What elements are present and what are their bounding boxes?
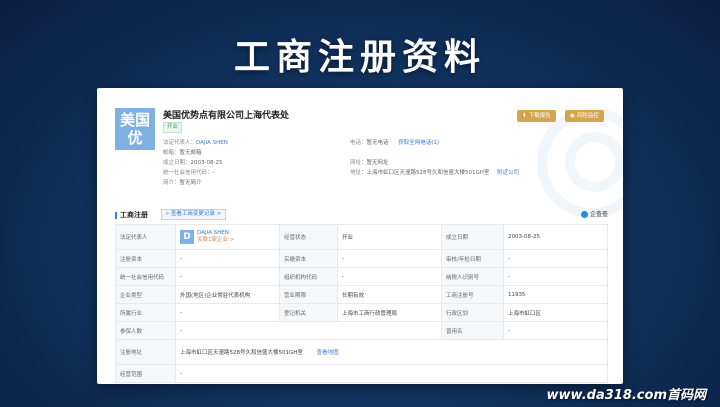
website-info: 网址：暂无网址 (350, 160, 389, 166)
table-row: 所属行业 - 登记机关 上海市工商行政管理局 行政区划 上海市虹口区 (115, 303, 608, 322)
download-report-button[interactable]: ⬇ 下载报告 (517, 110, 556, 122)
table-row: 注册资本 - 实缴资本 - 审核/年检日期 - (115, 249, 608, 268)
phone-info: 电话：暂无电话 获取全网电话(1) (350, 140, 440, 146)
risk-monitor-button[interactable]: ◉ 风险监控 (565, 110, 604, 122)
company-card: 美国优 美国优势点有限公司上海代表处 开业 ⬇ 下载报告 ◉ 风险监控 法定代表人：… (97, 88, 623, 384)
slide-title: 工商注册资料 (233, 37, 486, 78)
nearby-companies-link[interactable]: 附近公司 (497, 170, 519, 176)
section-title: 工商注册 (115, 210, 148, 220)
avatar: D (180, 230, 194, 244)
registered-address: 上海市虹口区天潼路528号久和信盛大楼501GH室 (180, 350, 303, 356)
site-watermark: www.da318.com首码网 (546, 388, 706, 403)
related-companies-link[interactable]: 关联1家企业 > (197, 237, 234, 243)
table-row: 经营范围 - (115, 364, 608, 383)
search-icon: ⌕ (166, 211, 170, 217)
table-row: 注册地址 上海市虹口区天潼路528号久和信盛大楼501GH室 查看地图 (115, 339, 608, 365)
qichacha-icon (581, 211, 588, 218)
company-logo: 美国优 (115, 108, 155, 150)
rep-name-link[interactable]: DAJIA SHEN (197, 230, 229, 236)
view-map-link[interactable]: 查看地图 (317, 350, 339, 356)
source-logo: 企查查 (581, 209, 608, 218)
get-phone-link[interactable]: 获取全网电话(1) (398, 140, 439, 146)
table-row: 统一社会信用代码 - 组织机构代码 - 纳税人识别号 - (115, 267, 608, 286)
change-history-link[interactable]: ⌕ 查看工商变更记录 > (161, 209, 227, 220)
intro-info: 简介：暂无简介 (163, 180, 202, 186)
table-row: 法定代表人 D DAJIA SHEN 关联1家企业 > 经营状态 开业 成立日期… (115, 224, 608, 250)
table-row: 参保人数 - 曾用名 - (115, 321, 608, 340)
table-row: 企业类型 外国(地区)企业常驻代表机构 营业期限 长期有效 工商注册号 1193… (115, 285, 608, 304)
company-name: 美国优势点有限公司上海代表处 (163, 111, 290, 121)
download-icon: ⬇ (522, 113, 527, 119)
eye-icon: ◉ (570, 113, 575, 119)
legal-rep-cell: D DAJIA SHEN 关联1家企业 > (175, 224, 280, 250)
founded-info: 成立日期：2003-08-25 (163, 160, 223, 166)
decorative-circle (565, 132, 623, 192)
status-badge: 开业 (163, 122, 183, 133)
legal-rep-link[interactable]: DAJIA SHEN (196, 140, 228, 146)
address-info: 地址：上海市虹口区天潼路528号久和信盛大楼501GH室 附近公司 (350, 170, 520, 176)
email-info: 邮箱：暂无邮箱 (163, 150, 202, 156)
legal-rep-info: 法定代表人：DAJIA SHEN (163, 140, 228, 146)
credit-code-info: 统一社会信用代码：- (163, 170, 215, 176)
registration-table: 法定代表人 D DAJIA SHEN 关联1家企业 > 经营状态 开业 成立日期… (115, 224, 608, 383)
